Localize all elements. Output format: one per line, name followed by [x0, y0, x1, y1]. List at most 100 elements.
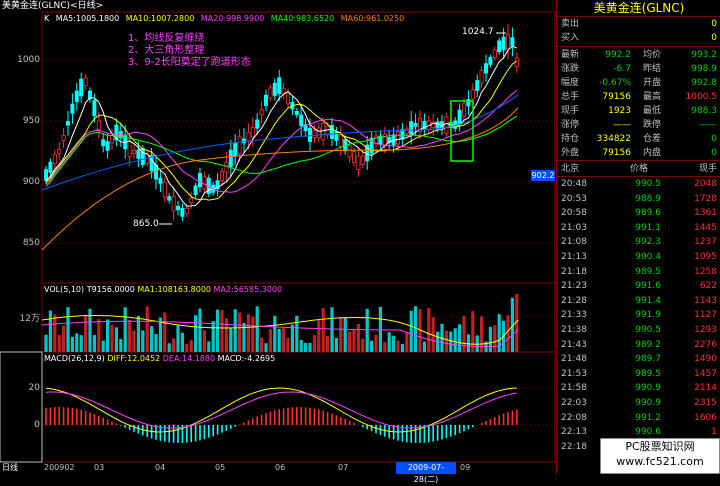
- tick-time: 21:58: [561, 383, 587, 394]
- quote-value: 992.2: [605, 50, 631, 60]
- quote-row: 幅度 -0.67% 开盘 992.8: [557, 76, 720, 90]
- tick-price: 989.5: [635, 368, 661, 379]
- vol-ma1: MA1:108163.8000: [137, 285, 211, 294]
- quote-label: 幅度: [561, 78, 580, 88]
- buy-row: 买入 0: [557, 31, 720, 45]
- date-tick: 200902: [44, 463, 75, 472]
- annotation-line-1: 1、均线反复缠绕: [128, 33, 205, 44]
- quote-row: 现手 1923 最低 988.3: [557, 104, 720, 118]
- macd-indicator-line: MACD(26,12,9) DIFF:12.0452 DEA:14.1880 M…: [44, 354, 275, 363]
- tick-time: 20:53: [561, 193, 587, 204]
- tick-qty: 2276: [694, 339, 717, 350]
- tick-time: 21:08: [561, 237, 587, 248]
- tick-qty: 1143: [694, 295, 717, 306]
- quote-row: 涨停 —— 跌停 ——: [557, 118, 720, 132]
- watermark: PC股票知识网 www.fc521.com: [600, 438, 720, 474]
- tick-qty: 2315: [694, 398, 717, 408]
- macd-value: MACD:-4.2695: [217, 354, 276, 363]
- tick-time: 22:18: [561, 441, 587, 452]
- tick-qty: 1258: [694, 266, 717, 277]
- tick-row: 22:08 991.2 1606: [557, 412, 720, 425]
- tick-qty: 1457: [694, 368, 717, 379]
- tick-time: 21:18: [561, 266, 587, 277]
- quote-label: 总手: [561, 92, 580, 102]
- quote-row: 持仓 334822 仓差 0: [557, 132, 720, 146]
- date-tick: 07: [338, 463, 349, 472]
- sell-value: 0: [711, 19, 717, 29]
- date-axis: 日线 200902 03 04 05 06 07 09: [0, 462, 556, 474]
- quote-label: 均价: [643, 50, 662, 60]
- tick-qty: 1237: [694, 237, 717, 248]
- price-axis-label: 1000: [17, 55, 40, 65]
- tick-row: 21:08 992.3 1237: [557, 236, 720, 249]
- tick-row: 21:53 989.5 1457: [557, 368, 720, 381]
- quote-value: -6.7: [613, 64, 631, 74]
- ticks-market: 北京: [561, 164, 580, 174]
- tick-price: 989.7: [635, 354, 661, 365]
- tick-time: 21:23: [561, 281, 587, 292]
- tick-qty: 622: [699, 281, 717, 292]
- tick-row: 21:18 989.5 1258: [557, 266, 720, 279]
- quote-label: 外盘: [561, 148, 580, 158]
- date-tick: 06: [275, 463, 286, 472]
- tick-price: 989.5: [635, 266, 661, 277]
- vol-value: T9156.0000: [86, 285, 135, 294]
- quote-value: 79156: [602, 92, 631, 102]
- quote-value: 1000.5: [685, 92, 718, 102]
- quote-label: 涨跌: [561, 64, 580, 74]
- tick-qty: 1127: [694, 310, 717, 321]
- current-price-marker: 902.2: [531, 170, 555, 181]
- period-label[interactable]: 日线: [2, 462, 18, 474]
- volume-axis-label: 12万: [19, 314, 40, 324]
- quote-label: 最高: [643, 92, 662, 102]
- tick-qty: 1490: [694, 354, 717, 365]
- tick-row: 21:23 991.6 622: [557, 280, 720, 293]
- quote-value: 988.3: [691, 106, 717, 116]
- quote-title: 美黄金连(GLNC): [593, 1, 685, 15]
- tick-qty: 1293: [694, 325, 717, 335]
- tick-price: 988.9: [635, 193, 661, 204]
- sell-label: 卖出: [561, 19, 580, 29]
- tick-row: 22:03 990.9 2315: [557, 397, 720, 410]
- quote-value: -0.67%: [599, 78, 631, 88]
- quote-value: ——: [699, 120, 717, 130]
- tick-row: 21:38 990.5 1293: [557, 324, 720, 337]
- ticks-header: 北京 价格 现手: [557, 163, 720, 176]
- tick-time: 20:48: [561, 179, 587, 189]
- quote-value: 0: [711, 134, 717, 144]
- tick-time: 20:58: [561, 208, 587, 219]
- volume-indicator-line: VOL(5,10) T9156.0000 MA1:108163.8000 MA2…: [44, 285, 282, 294]
- tick-row: 20:48 990.5 2048: [557, 178, 720, 191]
- tick-price: 991.2: [635, 412, 661, 423]
- annotation-line-3: 3、9-2长阳奠定了跑道形态: [128, 57, 251, 68]
- quote-panel: 美黄金连(GLNC) 卖出 0 买入 0 最新 992.2 均价 993.2 涨跌 -6.…: [556, 0, 720, 474]
- watermark-line-1: PC股票知识网: [625, 440, 695, 453]
- macd-diff: DIFF:12.0452: [107, 354, 161, 363]
- quote-label: 最低: [643, 106, 662, 116]
- tick-row: 21:33 991.9 1127: [557, 309, 720, 322]
- annotation-line-2: 2、大三角形整理: [128, 45, 205, 56]
- macd-dea: DEA:14.1880: [162, 354, 216, 363]
- quote-value: 0: [711, 148, 717, 158]
- price-axis-label: 850: [22, 238, 40, 248]
- tick-price: 989.2: [635, 339, 661, 350]
- tick-time: 21:28: [561, 295, 587, 306]
- quote-label: 现手: [561, 106, 580, 116]
- tick-price: 991.4: [635, 295, 661, 306]
- macd-axis-label: 0: [34, 420, 40, 430]
- tick-qty: 2114: [694, 383, 717, 394]
- date-tick: 03: [94, 463, 105, 472]
- quote-value: 998.9: [691, 64, 717, 74]
- quote-row: 总手 79156 最高 1000.5: [557, 90, 720, 104]
- candlestick-chart[interactable]: [0, 0, 556, 474]
- tick-price: 990.9: [635, 383, 661, 394]
- tick-time: 21:48: [561, 354, 587, 365]
- tick-row: 21:58 990.9 2114: [557, 382, 720, 395]
- quote-label: 跌停: [643, 120, 662, 130]
- low-label: 865.0: [133, 219, 159, 229]
- quote-label: 仓差: [643, 134, 662, 144]
- date-tick: 04: [155, 463, 166, 472]
- quote-row: 涨跌 -6.7 昨结 998.9: [557, 62, 720, 76]
- tick-time: 22:03: [561, 398, 587, 408]
- quote-label: 昨结: [643, 64, 662, 74]
